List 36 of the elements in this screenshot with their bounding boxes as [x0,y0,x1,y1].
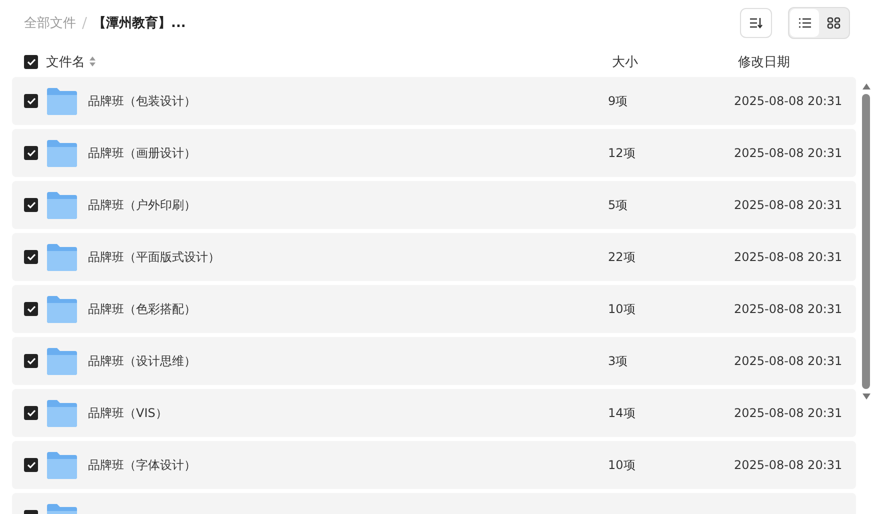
modified-date: 2025-08-08 20:31 [734,198,842,212]
modified-date: 2025-08-08 20:31 [734,250,842,264]
item-count: 22项 [608,248,636,266]
file-name[interactable]: 品牌班（设计思维） [88,352,608,370]
file-row[interactable]: 品牌班（包装设计） 9项 2025-08-08 20:31 [12,77,856,125]
item-count: 9项 [608,92,629,110]
item-count: 14项 [608,404,636,422]
file-row[interactable]: 品牌班（VIS） 14项 2025-08-08 20:31 [12,389,856,437]
file-name[interactable]: 品牌班（色彩搭配） [88,300,608,318]
modified-date: 2025-08-08 20:31 [734,458,842,472]
file-row[interactable]: 品牌班（设计思维） 3项 2025-08-08 20:31 [12,337,856,385]
column-header[interactable]: 文件名 [46,52,85,70]
file-name[interactable]: 品牌班（VIS） [88,404,608,422]
item-count: 5项 [608,196,629,214]
file-name[interactable]: 品牌班（包装设计） [88,92,608,110]
file-row[interactable]: 品牌班（画册设计） 12项 2025-08-08 20:31 [12,129,856,177]
modified-date: 2025-08-08 20:31 [734,302,842,316]
item-count: 3项 [608,352,629,370]
file-row[interactable]: 品牌班（平面版式设计） 22项 2025-08-08 20:31 [12,233,856,281]
column-header[interactable]: 大小 [612,52,738,70]
file-name[interactable]: 品牌班（户外印刷） [88,196,608,214]
file-name[interactable]: 品牌班（平面版式设计） [88,248,608,266]
modified-date: 2025-08-08 20:31 [734,146,842,160]
file-row[interactable]: 品牌班（色彩搭配） 10项 2025-08-08 20:31 [12,285,856,333]
file-name[interactable]: 品牌班（字体设计） [88,456,608,474]
modified-date: 2025-08-08 20:31 [734,354,842,368]
modified-date: 2025-08-08 20:31 [734,94,842,108]
modified-date: 2025-08-08 20:31 [734,406,842,420]
item-count: 10项 [608,300,636,318]
breadcrumb-item: 【潭州教育】... [93,14,186,32]
file-name[interactable]: 品牌班（画册设计） [88,144,608,162]
item-count: 10项 [608,456,636,474]
item-count: 12项 [608,144,636,162]
column-header[interactable]: 修改日期 [738,52,790,70]
file-row[interactable]: 品牌班（字体设计） 10项 2025-08-08 20:31 [12,441,856,489]
file-row[interactable]: 品牌班（户外印刷） 5项 2025-08-08 20:31 [12,181,856,229]
